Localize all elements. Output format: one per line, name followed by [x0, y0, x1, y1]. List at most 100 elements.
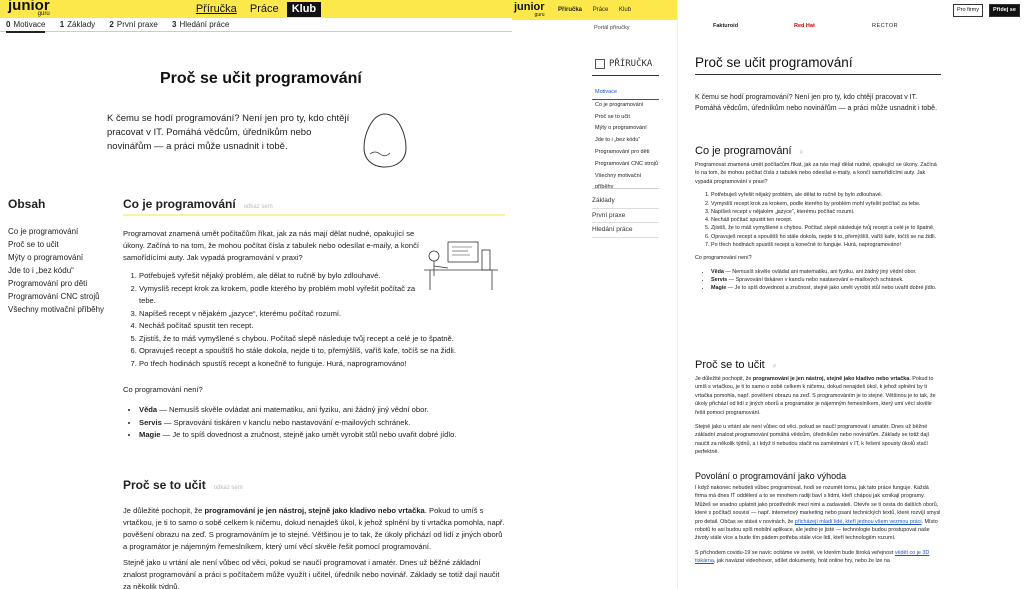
page-intro: K čemu se hodí programování? Není jen pr…: [107, 113, 350, 152]
list-item: Zjistíš, že to máš vymyšlené s chybou. P…: [711, 224, 941, 232]
list-item: Potřebuješ vyřešit nějaký problém, ale d…: [139, 270, 419, 283]
nav-klub[interactable]: Klub: [286, 2, 322, 17]
sidebar-title: PŘÍRUČKA: [595, 59, 652, 69]
list-item: Servis — Spravování tiskáren v kanclu ne…: [139, 417, 505, 430]
sidebar-item-hledani-prace[interactable]: Hledání práce: [592, 223, 659, 238]
sidebar-subitem[interactable]: Programování pro děti: [592, 147, 659, 159]
sidebar-menu: Motivace Co je programování Proč se to u…: [592, 87, 659, 194]
right-pane: Pro firmy Přidej se Fakturoid Red Hat RE…: [678, 0, 1024, 589]
text-span: , jak navázat videohovor, sdílet dokumen…: [713, 558, 890, 565]
nav-prirucka[interactable]: Příručka: [191, 0, 242, 18]
bullet-desc: — Nemusíš skvěle ovládat ani matematiku,…: [157, 405, 429, 414]
list-item: Věda — Nemusíš skvěle ovládat ani matema…: [139, 404, 505, 417]
sidebar-subitem[interactable]: Co je programování: [592, 100, 659, 112]
section-paragraph: Je důležité pochopit, že programování je…: [123, 505, 505, 553]
section-proc-se-to-ucit: Proč se to učit odkaz sem Je důležité poc…: [123, 478, 505, 589]
bullet-desc: — Nemusíš skvěle ovládat ani matematiku,…: [723, 268, 917, 275]
divider: [592, 75, 659, 76]
section-povolani: Povolání o programování jako výhoda I kd…: [695, 471, 941, 566]
toc-item[interactable]: Všechny motivační příběhy: [8, 303, 104, 316]
tab-motivace[interactable]: 0 Motivace: [6, 19, 46, 33]
sidebar-subitem[interactable]: Mýty o programování: [592, 123, 659, 135]
list-item: Vymyslíš recept krok za krokem, podle kt…: [139, 283, 419, 308]
list-item: Napíšeš recept v nějakém „jazyce“, které…: [139, 308, 505, 321]
list-item: Magie — Je to spíš dovednost a zručnost,…: [711, 284, 941, 292]
list-item: Zjistíš, že to máš vymyšlené s chybou. P…: [139, 333, 505, 346]
sponsor-rector[interactable]: RECTOR: [872, 23, 898, 29]
subsection-heading: Povolání o programování jako výhoda: [695, 471, 847, 481]
sponsor-fakturoid[interactable]: Fakturoid: [713, 23, 738, 29]
sidebar-subitem[interactable]: Všechny motivační příběhy: [592, 171, 659, 195]
egg-illustration-icon: [363, 113, 407, 168]
list-item: Necháš počítač spustit ten recept.: [139, 320, 505, 333]
section-paragraph: I když nakonec nebudeš vůbec programovat…: [695, 484, 941, 543]
anchor-link[interactable]: #: [800, 150, 803, 156]
list-item: Potřebuješ vyřešit nějaký problém, ale d…: [711, 191, 941, 199]
nav-prace[interactable]: Práce: [593, 7, 609, 13]
nav-klub[interactable]: Klub: [619, 7, 631, 13]
text-span: S příchodem covidu-19 se navíc ocitáme v…: [695, 549, 895, 556]
list-item: Necháš počítač spustit ten recept.: [711, 216, 941, 224]
toc-item[interactable]: Programování CNC strojů: [8, 290, 104, 303]
text-span: Je důležité pochopit, že: [123, 506, 205, 515]
toc-item[interactable]: Jde to i „bez kódu“: [8, 264, 104, 277]
inline-link[interactable]: přicházejí mladí lidé, kteří jednou všem…: [795, 519, 922, 525]
anchor-link[interactable]: odkaz sem: [244, 204, 273, 210]
book-icon: [595, 59, 605, 69]
list-item: Opravuješ recept a spouštíš ho stále dok…: [711, 233, 941, 241]
sidebar-item-motivace[interactable]: Motivace: [592, 87, 659, 100]
sidebar-item-prvni-praxe[interactable]: První praxe: [592, 209, 659, 223]
section-proc-se-to-ucit: Proč se to učit # Je důležité pochopit, ž…: [695, 359, 941, 457]
pridej-se-button[interactable]: Přidej se: [989, 4, 1020, 17]
screenshot-root: junior guru Příručka Práce Klub 0 Motivac…: [0, 0, 1024, 589]
tab-hledani-prace[interactable]: 3 Hledání práce: [172, 18, 229, 32]
tab-label: Základy: [67, 20, 96, 29]
sidebar-subitem[interactable]: Programování CNC strojů: [592, 159, 659, 171]
breadcrumb[interactable]: Portál příručky: [594, 25, 629, 31]
main-nav: Příručka Práce Klub: [0, 0, 512, 18]
sidebar-menu-secondary: Základy První praxe Hledání práce: [592, 194, 659, 238]
tab-prvni-praxe[interactable]: 2 První praxe: [109, 18, 157, 32]
bullet-term: Magie: [711, 285, 727, 292]
pro-firmy-button[interactable]: Pro firmy: [953, 4, 983, 17]
nav-prace[interactable]: Práce: [245, 0, 284, 18]
nav-prirucka[interactable]: Příručka: [558, 7, 582, 13]
section-paragraph: Programovat znamená umět počítačům říkat…: [695, 162, 937, 185]
junior-guru-logo[interactable]: junior guru: [514, 2, 545, 18]
sidebar-subitem[interactable]: Jde to i „bez kódu“: [592, 135, 659, 147]
steps-list: Potřebuješ vyřešit nějaký problém, ale d…: [695, 191, 941, 249]
bullet-list: Věda — Nemusíš skvěle ovládat ani matema…: [123, 404, 505, 442]
tab-number: 0: [6, 20, 11, 29]
right-topbar: Pro firmy Přidej se: [678, 0, 1024, 20]
tab-label: První praxe: [116, 20, 158, 29]
section-paragraph: Programovat znamená umět počítačům říkat…: [123, 229, 420, 262]
sidebar-subitem[interactable]: Proč se to učit: [592, 112, 659, 124]
mid-nav: Příručka Práce Klub: [558, 0, 640, 20]
toc-item[interactable]: Mýty o programování: [8, 251, 104, 264]
sidebar-title-text: PŘÍRUČKA: [609, 59, 653, 69]
list-item: Po třech hodinách spustíš recept a koneč…: [711, 241, 941, 249]
tab-zaklady[interactable]: 1 Základy: [60, 18, 95, 32]
bullet-desc: — Je to spíš dovednost a zručnost, stejn…: [726, 285, 937, 292]
section-paragraph: S příchodem covidu-19 se navíc ocitáme v…: [695, 549, 941, 566]
page-intro: K čemu se hodí programování? Není jen pr…: [695, 94, 938, 112]
section-title: Co je programování: [123, 197, 236, 211]
bold-span: programování je jen nástroj, stejně jako…: [752, 376, 910, 382]
list-item: Po třech hodinách spustíš recept a koneč…: [139, 358, 505, 371]
toc-item[interactable]: Proč se to učit: [8, 238, 104, 251]
section-title: Proč se to učit: [123, 478, 206, 492]
bullet-term: Věda: [711, 268, 724, 275]
divider: [592, 188, 659, 189]
sponsor-redhat[interactable]: Red Hat: [794, 23, 815, 29]
sponsor-logos: Fakturoid Red Hat RECTOR: [678, 23, 1024, 35]
text-span: Je důležité pochopit, že: [695, 376, 753, 382]
toc-item[interactable]: Programování pro děti: [8, 277, 104, 290]
anchor-link[interactable]: odkaz sem: [214, 485, 243, 491]
anchor-link[interactable]: #: [773, 364, 776, 370]
section-heading: Co je programování #: [695, 145, 941, 157]
list-item: Magie — Je to spíš dovednost a zručnost,…: [139, 429, 505, 442]
section-co-je-programovani: Co je programování odkaz sem Programovat …: [123, 197, 505, 442]
bold-span: programování je jen nástroj, stejně jako…: [204, 506, 425, 515]
sidebar-item-zaklady[interactable]: Základy: [592, 194, 659, 209]
toc-item[interactable]: Co je programování: [8, 225, 104, 238]
